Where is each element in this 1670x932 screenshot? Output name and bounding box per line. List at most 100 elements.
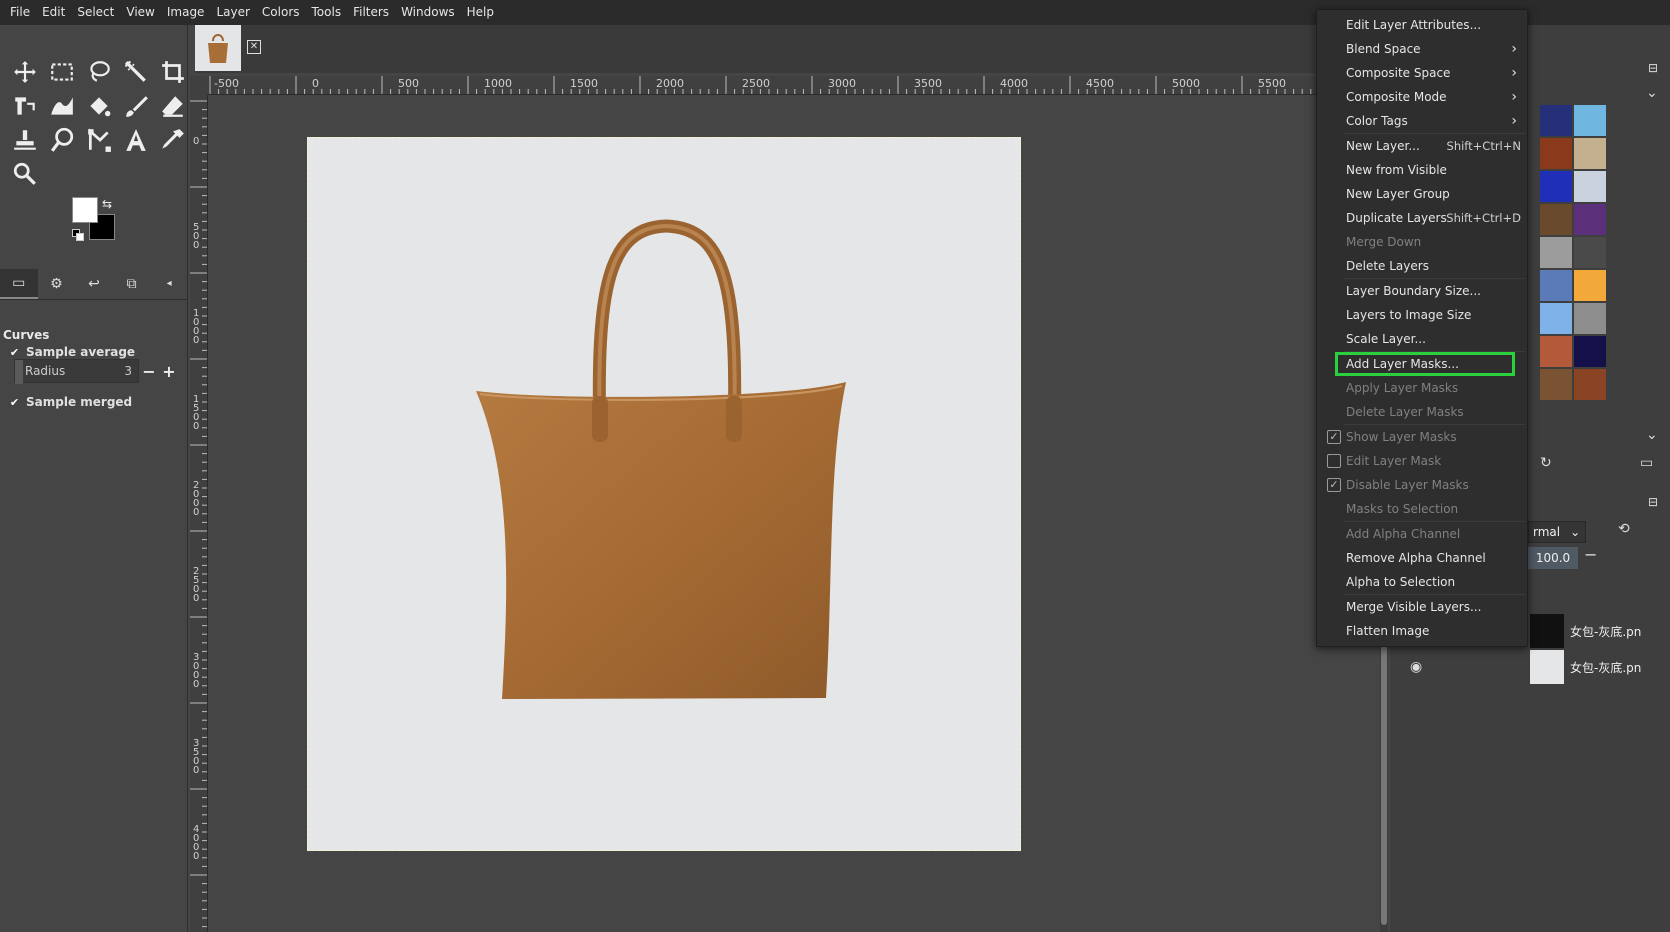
reset-colors-icon[interactable] xyxy=(72,229,84,241)
pattern-swatch[interactable] xyxy=(1540,138,1572,169)
sample-merged-option[interactable]: ✔ Sample merged xyxy=(8,395,132,409)
menu-item-apply-layer-masks: Apply Layer Masks xyxy=(1317,376,1527,400)
refresh-icon[interactable]: ↻ xyxy=(1540,455,1552,471)
menu-item-layer-boundary-size[interactable]: Layer Boundary Size... xyxy=(1317,279,1527,303)
menu-item-layers-to-image-size[interactable]: Layers to Image Size xyxy=(1317,303,1527,327)
fg-bg-colors[interactable]: ⇆ xyxy=(72,197,118,243)
warp-tool-icon[interactable] xyxy=(43,89,80,123)
clone-tool-icon[interactable] xyxy=(6,123,43,157)
pattern-swatch[interactable] xyxy=(1574,369,1606,400)
menu-item-alpha-to-selection[interactable]: Alpha to Selection xyxy=(1317,570,1527,594)
image-canvas[interactable] xyxy=(307,137,1021,851)
menu-windows[interactable]: Windows xyxy=(395,0,461,25)
move-tool-icon[interactable] xyxy=(6,55,43,89)
pattern-swatch[interactable] xyxy=(1540,204,1572,235)
ruler-corner[interactable] xyxy=(190,76,208,95)
pattern-swatch[interactable] xyxy=(1540,369,1572,400)
pattern-swatch[interactable] xyxy=(1540,303,1572,334)
dock-menu-icon[interactable]: ◂ xyxy=(150,269,188,299)
pattern-swatch[interactable] xyxy=(1540,171,1572,202)
menu-item-color-tags[interactable]: Color Tags › xyxy=(1317,109,1527,133)
checkmark-icon[interactable]: ✔ xyxy=(8,396,21,409)
eraser-tool-icon[interactable] xyxy=(154,89,191,123)
paths-tool-icon[interactable] xyxy=(80,123,117,157)
menu-item-composite-space[interactable]: Composite Space › xyxy=(1317,61,1527,85)
plus-icon[interactable]: + xyxy=(159,362,179,381)
transform-tool-icon[interactable] xyxy=(6,89,43,123)
menu-item-new-layer[interactable]: New Layer... Shift+Ctrl+N xyxy=(1317,134,1527,158)
menu-item-flatten-image[interactable]: Flatten Image xyxy=(1317,619,1527,643)
pattern-swatch[interactable] xyxy=(1574,138,1606,169)
pattern-swatch[interactable] xyxy=(1540,237,1572,268)
reset-mode-icon[interactable]: ⟲ xyxy=(1618,521,1630,537)
fuzzy-select-tool-icon[interactable] xyxy=(117,55,154,89)
text-tool-icon[interactable] xyxy=(117,123,154,157)
menu-layer[interactable]: Layer xyxy=(210,0,255,25)
crop-tool-icon[interactable] xyxy=(154,55,191,89)
menu-item-new-layer-group[interactable]: New Layer Group xyxy=(1317,182,1527,206)
menu-file[interactable]: File xyxy=(4,0,36,25)
menu-image[interactable]: Image xyxy=(161,0,211,25)
color-picker-tool-icon[interactable] xyxy=(154,123,191,157)
checkmark-icon[interactable]: ✔ xyxy=(8,346,21,359)
radius-spinner[interactable]: Radius 3 − + xyxy=(14,359,184,384)
open-icon[interactable]: ▭ xyxy=(1640,455,1653,471)
menu-tools[interactable]: Tools xyxy=(306,0,348,25)
menu-item-delete-layers[interactable]: Delete Layers xyxy=(1317,254,1527,278)
chevron-down-icon[interactable]: ⌄ xyxy=(1646,427,1658,443)
dock-menu-icon[interactable]: ⊟ xyxy=(1648,61,1658,75)
pattern-swatch[interactable] xyxy=(1574,171,1606,202)
pattern-swatch[interactable] xyxy=(1540,105,1572,136)
swap-colors-icon[interactable]: ⇆ xyxy=(102,197,112,211)
menu-item-show-layer-masks: ✓ Show Layer Masks xyxy=(1317,425,1527,449)
pattern-swatch[interactable] xyxy=(1574,336,1606,367)
zoom-tool-icon[interactable] xyxy=(6,157,43,191)
menu-item-remove-alpha-channel[interactable]: Remove Alpha Channel xyxy=(1317,546,1527,570)
sample-average-option[interactable]: ✔ Sample average xyxy=(8,345,135,359)
menu-item-merge-visible-layers[interactable]: Merge Visible Layers... xyxy=(1317,595,1527,619)
menu-item-add-layer-masks[interactable]: Add Layer Masks... xyxy=(1335,352,1515,376)
pattern-swatch[interactable] xyxy=(1540,270,1572,301)
menu-item-new-from-visible[interactable]: New from Visible xyxy=(1317,158,1527,182)
undo-history-tab-icon[interactable]: ↩ xyxy=(75,269,113,299)
minus-icon[interactable]: − xyxy=(139,362,159,381)
radius-field[interactable]: Radius 3 xyxy=(14,359,139,384)
image-tab-thumbnail[interactable] xyxy=(195,25,241,71)
rect-select-tool-icon[interactable] xyxy=(43,55,80,89)
paintbrush-tool-icon[interactable] xyxy=(117,89,154,123)
pattern-swatch[interactable] xyxy=(1574,303,1606,334)
chevron-down-icon[interactable]: ⌄ xyxy=(1646,85,1658,101)
close-image-tab-icon[interactable]: ✕ xyxy=(247,40,261,54)
eye-icon[interactable]: ◉ xyxy=(1410,659,1422,675)
lasso-tool-icon[interactable] xyxy=(80,55,117,89)
pattern-swatch[interactable] xyxy=(1574,237,1606,268)
dock-menu-icon[interactable]: ⊟ xyxy=(1648,495,1658,509)
smudge-tool-icon[interactable] xyxy=(43,123,80,157)
menu-item-duplicate-layers[interactable]: Duplicate Layers Shift+Ctrl+D xyxy=(1317,206,1527,230)
pattern-swatch[interactable] xyxy=(1574,204,1606,235)
menu-item-blend-space[interactable]: Blend Space › xyxy=(1317,37,1527,61)
scrollbar-thumb[interactable] xyxy=(1381,635,1387,925)
menu-select[interactable]: Select xyxy=(71,0,120,25)
layer-row[interactable]: ◉ 女包-灰底.pn xyxy=(1390,649,1670,685)
layer-mode-select[interactable]: rmal ⌄ xyxy=(1528,521,1586,543)
pattern-swatch[interactable] xyxy=(1574,105,1606,136)
menu-filters[interactable]: Filters xyxy=(347,0,395,25)
foreground-color-swatch[interactable] xyxy=(72,197,98,223)
menu-edit[interactable]: Edit xyxy=(36,0,71,25)
menu-item-composite-mode[interactable]: Composite Mode › xyxy=(1317,85,1527,109)
bucket-fill-tool-icon[interactable] xyxy=(80,89,117,123)
opacity-field[interactable]: 100.0 xyxy=(1528,547,1578,569)
pattern-swatch[interactable] xyxy=(1574,270,1606,301)
tool-options-tab-icon[interactable]: ▭ xyxy=(0,268,38,299)
images-tab-icon[interactable]: ⧉ xyxy=(113,269,151,299)
opacity-value: 100.0 xyxy=(1535,551,1571,565)
menu-colors[interactable]: Colors xyxy=(256,0,306,25)
minus-icon[interactable]: − xyxy=(1584,545,1597,564)
menu-help[interactable]: Help xyxy=(461,0,500,25)
menu-view[interactable]: View xyxy=(120,0,160,25)
menu-item-edit-layer-attributes[interactable]: Edit Layer Attributes... xyxy=(1317,13,1527,37)
menu-item-scale-layer[interactable]: Scale Layer... xyxy=(1317,327,1527,351)
device-status-tab-icon[interactable]: ⚙ xyxy=(38,269,76,299)
pattern-swatch[interactable] xyxy=(1540,336,1572,367)
